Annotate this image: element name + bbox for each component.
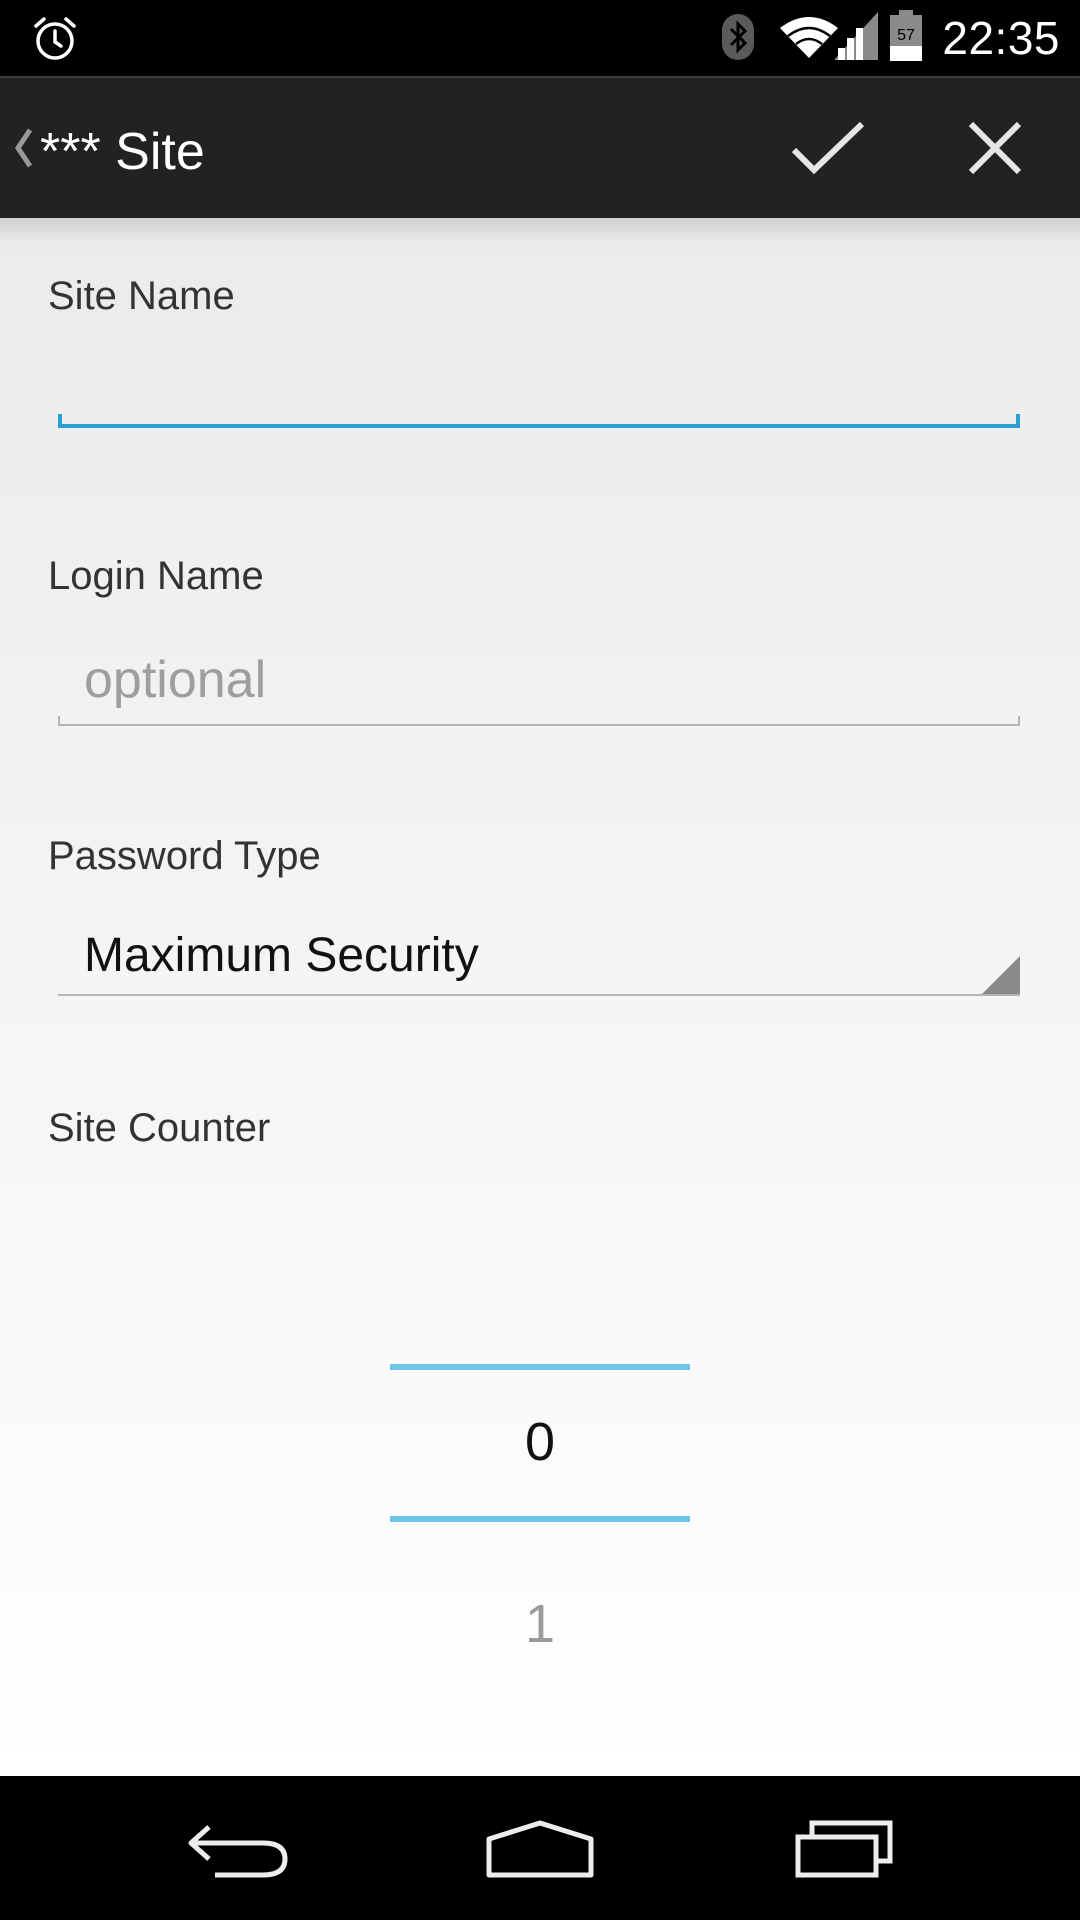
done-button[interactable] xyxy=(770,98,886,198)
picker-divider-bottom xyxy=(390,1516,690,1522)
password-type-spinner[interactable]: Maximum Security xyxy=(58,918,1020,996)
battery-level: 57 xyxy=(897,27,915,44)
chevron-left-icon[interactable] xyxy=(12,126,34,170)
site-counter-label: Site Counter xyxy=(48,1106,271,1150)
navigation-bar xyxy=(0,1776,1080,1920)
home-icon xyxy=(486,1820,594,1878)
site-form: Site Name Login Name optional Password T… xyxy=(0,218,1080,1776)
site-name-label: Site Name xyxy=(48,274,235,318)
status-clock: 22:35 xyxy=(942,12,1060,64)
wifi-icon xyxy=(780,17,838,58)
dropdown-triangle-icon xyxy=(982,956,1020,994)
back-button[interactable] xyxy=(170,1804,310,1894)
picker-divider-top xyxy=(390,1364,690,1370)
alarm-icon xyxy=(34,17,76,60)
login-name-placeholder: optional xyxy=(84,651,267,709)
login-name-input[interactable]: optional xyxy=(58,636,1020,726)
recent-apps-button[interactable] xyxy=(775,1804,915,1894)
picker-next-value[interactable]: 1 xyxy=(390,1592,690,1656)
password-type-label: Password Type xyxy=(48,834,321,878)
action-bar-shadow xyxy=(0,218,1080,242)
site-counter-picker[interactable]: 0 1 xyxy=(390,1364,690,1664)
close-icon xyxy=(968,121,1022,175)
bluetooth-icon xyxy=(722,14,754,60)
battery-icon: 57 xyxy=(890,10,922,61)
page-title[interactable]: *** Site xyxy=(40,122,205,182)
password-type-value: Maximum Security xyxy=(84,929,479,982)
home-button[interactable] xyxy=(470,1804,610,1894)
login-name-label: Login Name xyxy=(48,554,264,598)
back-icon xyxy=(188,1825,288,1878)
status-bar: 57 22:35 xyxy=(0,0,1080,76)
recent-apps-icon xyxy=(795,1820,893,1878)
check-icon xyxy=(791,121,865,175)
cancel-button[interactable] xyxy=(940,98,1050,198)
cell-signal-icon xyxy=(834,12,878,60)
picker-current-value[interactable]: 0 xyxy=(390,1410,690,1474)
action-bar: *** Site xyxy=(0,76,1080,218)
site-name-input[interactable] xyxy=(58,346,1020,428)
